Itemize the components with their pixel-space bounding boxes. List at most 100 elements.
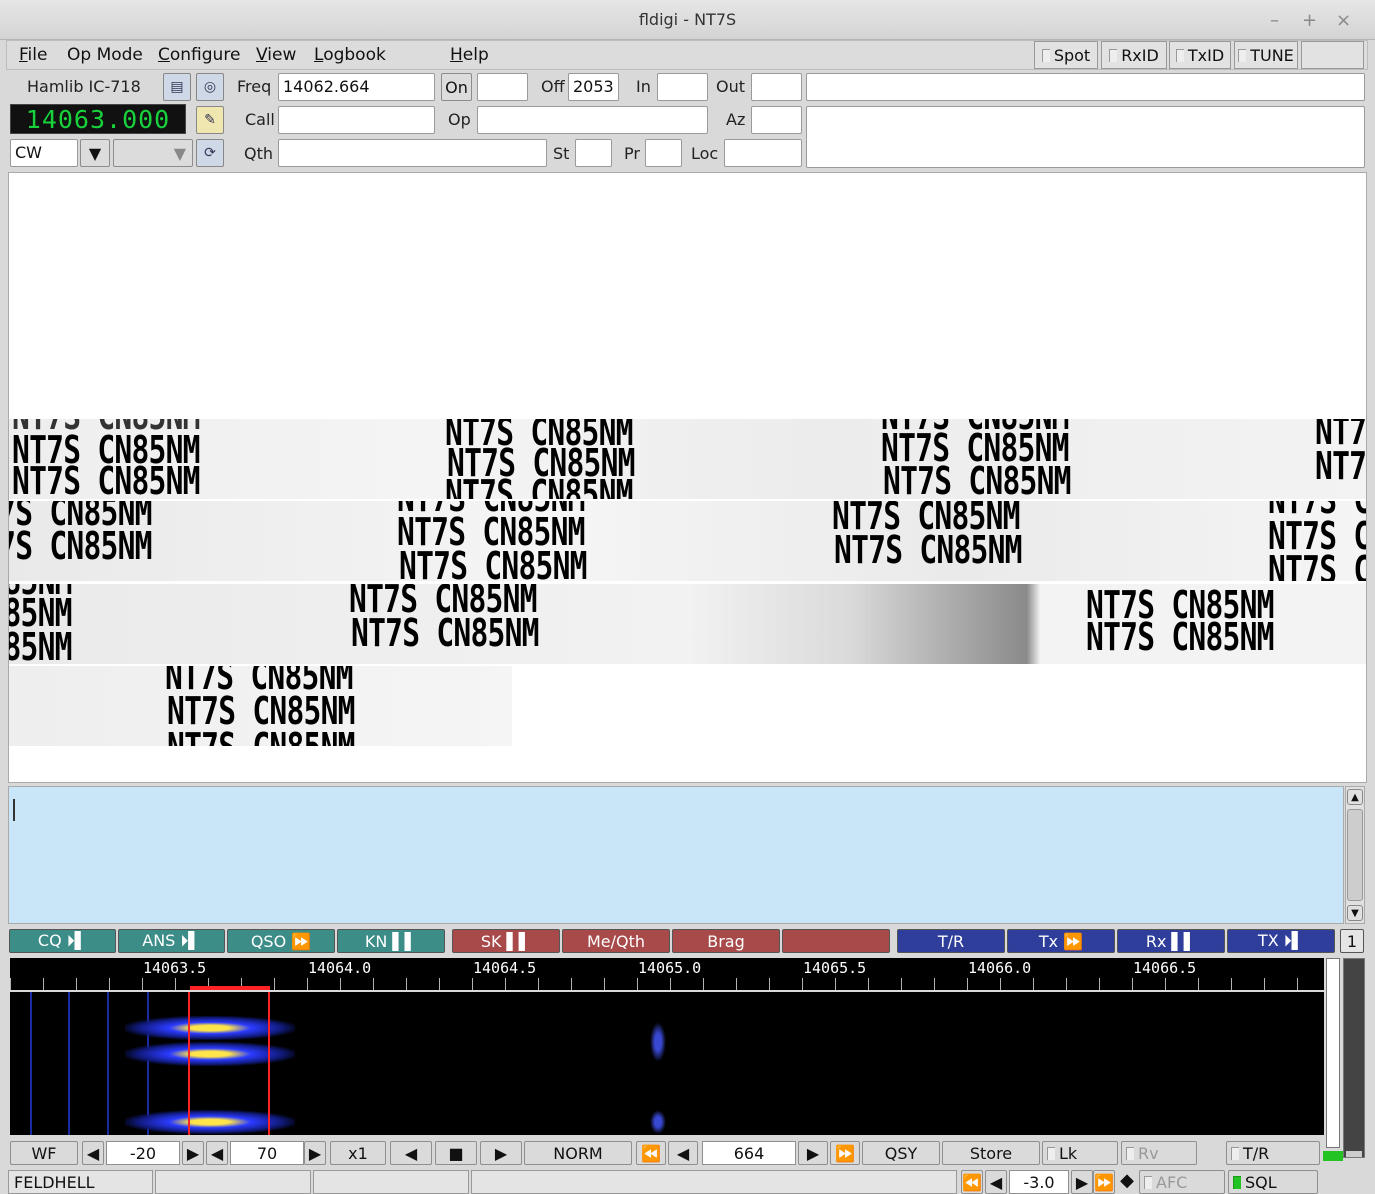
- squelch-up-icon[interactable]: ▶: [1071, 1170, 1093, 1194]
- scale-tick-label: 14066.0: [968, 959, 1032, 977]
- rxid-toggle[interactable]: RxID: [1101, 41, 1167, 69]
- macro-cq[interactable]: CQ ⏵▌: [9, 929, 116, 953]
- transmit-text-area[interactable]: [8, 786, 1344, 924]
- az-label: Az: [726, 110, 746, 129]
- range-db-field[interactable]: 70: [230, 1141, 304, 1165]
- receive-panel[interactable]: NT7S CN85NM NT7S CN85NM NT7S CN85NM NT7S…: [8, 172, 1367, 783]
- menu-op-mode[interactable]: Op Mode: [67, 45, 143, 65]
- call-field[interactable]: [278, 106, 435, 134]
- status-mode[interactable]: FELDHELL: [8, 1170, 153, 1194]
- bandwidth-select[interactable]: ▼: [113, 139, 193, 167]
- scroll-down-icon[interactable]: ▼: [1347, 905, 1363, 921]
- squelch-field[interactable]: -3.0: [1009, 1170, 1069, 1194]
- spot-toggle[interactable]: Spot: [1034, 41, 1098, 69]
- fast-forward-icon[interactable]: ⏩: [830, 1141, 860, 1165]
- macro-empty[interactable]: [782, 929, 890, 953]
- sql-toggle[interactable]: SQL: [1228, 1170, 1318, 1194]
- on-button[interactable]: On: [441, 73, 472, 101]
- qsy-button[interactable]: QSY: [862, 1141, 940, 1165]
- wf-speed-button[interactable]: NORM: [524, 1141, 632, 1165]
- pan-right-icon[interactable]: ▶: [480, 1141, 522, 1165]
- lock-toggle[interactable]: Lk: [1042, 1141, 1118, 1165]
- mode-select[interactable]: CW: [10, 139, 78, 167]
- scroll-thumb[interactable]: [1347, 809, 1363, 901]
- macro-tx[interactable]: Tx ⏩: [1007, 929, 1115, 953]
- macro-qso[interactable]: QSO ⏩: [227, 929, 335, 953]
- frequency-scale[interactable]: 14063.5 14064.0 14064.5 14065.0 14065.5 …: [10, 958, 1324, 990]
- azimuth-field[interactable]: [751, 106, 802, 134]
- signal-level-bar: [1323, 958, 1343, 1161]
- afc-toggle[interactable]: AFC: [1139, 1170, 1225, 1194]
- macro-kn[interactable]: KN ▌▌: [337, 929, 445, 953]
- notes-field[interactable]: [806, 73, 1365, 101]
- menu-help[interactable]: Help: [450, 45, 489, 65]
- text-cursor: [13, 799, 15, 821]
- rst-in-field[interactable]: [657, 73, 708, 101]
- waterfall-scrollbar[interactable]: [1343, 958, 1365, 1158]
- status-field: [313, 1170, 469, 1194]
- frequency-display[interactable]: 14063.000: [10, 104, 186, 134]
- minimize-icon[interactable]: –: [1270, 10, 1279, 31]
- zoom-button[interactable]: x1: [330, 1141, 386, 1165]
- scroll-thumb[interactable]: [1346, 1151, 1362, 1157]
- qth-field[interactable]: [278, 139, 547, 167]
- tr-toggle[interactable]: T/R: [1226, 1141, 1320, 1165]
- txid-toggle[interactable]: TxID: [1169, 41, 1231, 69]
- squelch-fast-up-icon[interactable]: ⏩: [1093, 1170, 1115, 1194]
- menu-logbook[interactable]: Logbook: [314, 45, 386, 65]
- transmit-scrollbar[interactable]: ▲ ▼: [1345, 786, 1365, 924]
- macro-brag[interactable]: Brag: [672, 929, 780, 953]
- stop-icon[interactable]: ■: [435, 1141, 477, 1165]
- range-decrease-button[interactable]: ◀: [206, 1141, 228, 1165]
- min-decrease-button[interactable]: ◀: [82, 1141, 104, 1165]
- menu-configure[interactable]: Configure: [158, 45, 240, 65]
- step-forward-icon[interactable]: ▶: [798, 1141, 828, 1165]
- macro-set-button[interactable]: 1: [1340, 929, 1364, 953]
- op-name-field[interactable]: [477, 106, 708, 134]
- macro-ans[interactable]: ANS ⏵▌: [118, 929, 225, 953]
- receive-cursor[interactable]: [188, 992, 270, 1135]
- rx-text: NT7S CN85NM: [167, 728, 356, 746]
- pan-left-icon[interactable]: ◀: [390, 1141, 432, 1165]
- step-back-icon[interactable]: ◀: [668, 1141, 698, 1165]
- range-increase-button[interactable]: ▶: [304, 1141, 326, 1165]
- macro-tx-stop[interactable]: TX ⏵▌: [1227, 929, 1335, 953]
- squelch-fast-down-icon[interactable]: ⏪: [961, 1170, 983, 1194]
- rst-out-field[interactable]: [751, 73, 802, 101]
- log-icon[interactable]: ▤: [163, 73, 191, 101]
- close-icon[interactable]: ×: [1336, 10, 1351, 31]
- locator-field[interactable]: [724, 139, 802, 167]
- rx-text: NT7S CN85NM: [1268, 548, 1366, 581]
- state-field[interactable]: [575, 139, 612, 167]
- broom-icon[interactable]: ✎: [196, 106, 224, 134]
- squelch-down-icon[interactable]: ◀: [985, 1170, 1007, 1194]
- carrier-field[interactable]: 664: [702, 1141, 796, 1165]
- refresh-icon[interactable]: ⟳: [196, 139, 224, 167]
- maximize-icon[interactable]: +: [1302, 10, 1317, 31]
- mode-dropdown-button[interactable]: ▼: [80, 139, 110, 167]
- scale-tick-label: 14065.0: [638, 959, 702, 977]
- waterfall-mode-button[interactable]: WF: [10, 1141, 78, 1165]
- diamond-icon[interactable]: ◆: [1117, 1170, 1137, 1194]
- menu-file[interactable]: File: [19, 45, 47, 65]
- macro-sk[interactable]: SK ▌▌: [452, 929, 560, 953]
- macro-me-qth[interactable]: Me/Qth: [562, 929, 670, 953]
- min-db-field[interactable]: -20: [106, 1141, 180, 1165]
- in-label: In: [636, 77, 651, 96]
- waterfall-display[interactable]: [10, 992, 1324, 1135]
- time-on-field[interactable]: [477, 73, 528, 101]
- province-field[interactable]: [645, 139, 682, 167]
- fast-back-icon[interactable]: ⏪: [636, 1141, 666, 1165]
- tune-toggle[interactable]: TUNE: [1234, 41, 1298, 69]
- menu-view[interactable]: View: [256, 45, 296, 65]
- reverse-toggle[interactable]: Rv: [1121, 1141, 1197, 1165]
- globe-icon[interactable]: ◎: [196, 73, 224, 101]
- freq-field[interactable]: 14062.664: [278, 73, 435, 101]
- scroll-up-icon[interactable]: ▲: [1347, 789, 1363, 805]
- macro-tr[interactable]: T/R: [897, 929, 1005, 953]
- store-button[interactable]: Store: [942, 1141, 1040, 1165]
- min-increase-button[interactable]: ▶: [182, 1141, 204, 1165]
- info-field[interactable]: [806, 106, 1365, 168]
- time-off-field[interactable]: 2053: [568, 73, 619, 101]
- macro-rx[interactable]: Rx ▌▌: [1117, 929, 1225, 953]
